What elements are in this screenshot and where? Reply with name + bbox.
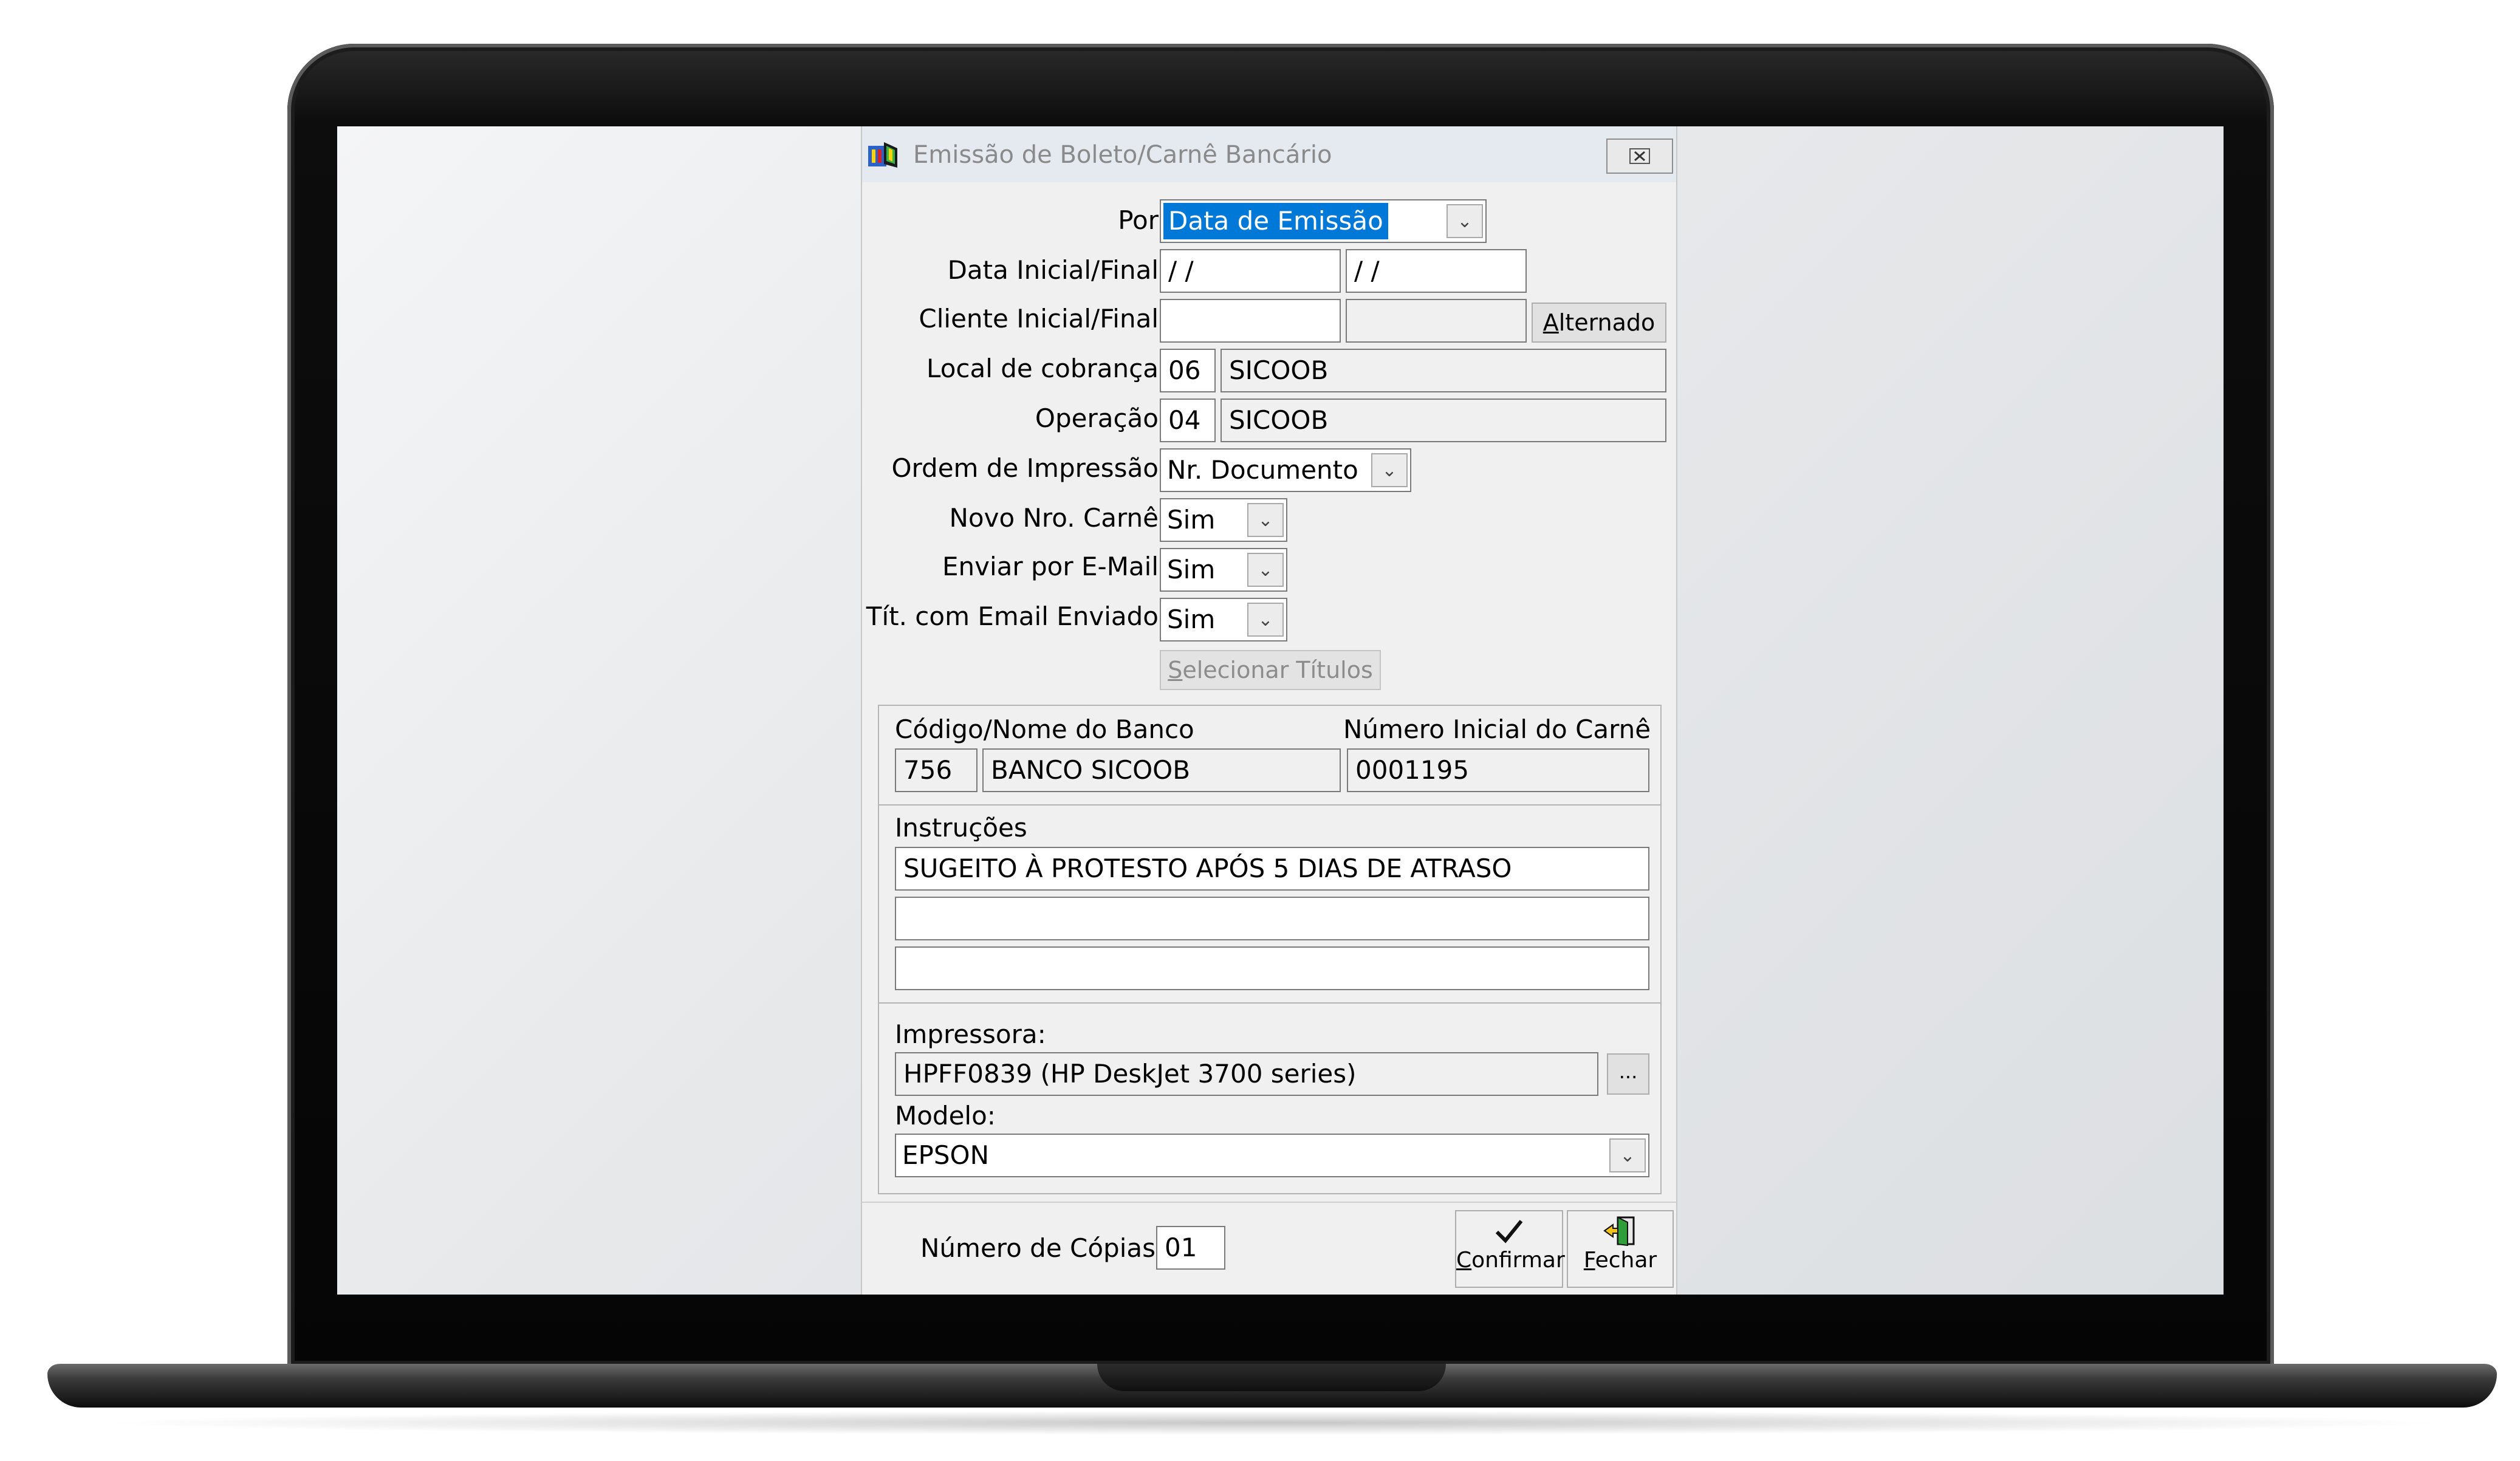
modelo-label: Modelo: [895, 1101, 996, 1131]
instrucao-line-1[interactable]: SUGEITO À PROTESTO APÓS 5 DIAS DE ATRASO [895, 847, 1649, 891]
por-value: Data de Emissão [1163, 203, 1388, 239]
copias-input[interactable]: 01 [1156, 1226, 1225, 1270]
cliente-inicial-input[interactable] [1160, 299, 1341, 343]
data-inicial-input[interactable]: / / [1160, 249, 1341, 293]
laptop-shadow [91, 1411, 2454, 1435]
enviar-email-select[interactable]: Sim ⌄ [1160, 548, 1287, 592]
local-name-field: SICOOB [1221, 349, 1666, 392]
ordem-select[interactable]: Nr. Documento ⌄ [1160, 448, 1411, 492]
por-select[interactable]: Data de Emissão ⌄ [1160, 199, 1487, 243]
modelo-select[interactable]: EPSON ⌄ [895, 1134, 1649, 1177]
cliente-label: Cliente Inicial/Final [919, 304, 1159, 334]
selecionar-titulos-button[interactable]: Selecionar Títulos [1160, 650, 1381, 690]
operacao-label: Operação [1035, 403, 1159, 433]
confirmar-button[interactable]: Confirmar [1455, 1210, 1565, 1288]
window-title: Emissão de Boleto/Carnê Bancário [913, 141, 1332, 169]
boleto-dialog: Emissão de Boleto/Carnê Bancário Por Dat… [861, 126, 1677, 1295]
tit-email-label: Tít. com Email Enviado [866, 601, 1159, 631]
chevron-down-icon[interactable]: ⌄ [1609, 1138, 1646, 1172]
local-code-input[interactable]: 06 [1160, 349, 1216, 392]
banco-name-field: BANCO SICOOB [982, 748, 1341, 792]
data-final-input[interactable]: / / [1346, 249, 1527, 293]
checkmark-icon [1495, 1220, 1523, 1244]
chevron-down-icon[interactable]: ⌄ [1247, 603, 1284, 637]
instrucao-line-3[interactable] [895, 946, 1649, 990]
fechar-button[interactable]: Fechar [1567, 1210, 1674, 1288]
impressora-field: HPFF0839 (HP DeskJet 3700 series) [895, 1052, 1598, 1096]
laptop-screen: Emissão de Boleto/Carnê Bancário Por Dat… [337, 126, 2224, 1295]
fechar-accel: F [1583, 1248, 1595, 1273]
novo-carne-value: Sim [1167, 505, 1216, 535]
enviar-email-value: Sim [1167, 555, 1216, 584]
tit-email-value: Sim [1167, 604, 1216, 634]
app-icon [868, 142, 897, 168]
enviar-email-label: Enviar por E-Mail [942, 552, 1159, 581]
footer-divider [862, 1202, 1676, 1203]
novo-carne-label: Novo Nro. Carnê [949, 503, 1159, 533]
chevron-down-icon[interactable]: ⌄ [1247, 553, 1284, 587]
alternado-button[interactable]: Alternado [1532, 303, 1666, 343]
data-label: Data Inicial/Final [947, 255, 1159, 285]
impressora-label: Impressora: [895, 1019, 1046, 1049]
chevron-down-icon[interactable]: ⌄ [1247, 503, 1284, 537]
ordem-label: Ordem de Impressão [891, 453, 1159, 483]
alternado-label: lternado [1558, 309, 1655, 336]
ordem-value: Nr. Documento [1167, 455, 1358, 485]
operacao-code-input[interactable]: 04 [1160, 399, 1216, 442]
operacao-name-field: SICOOB [1221, 399, 1666, 442]
close-button[interactable] [1606, 139, 1673, 174]
divider [879, 804, 1660, 806]
instrucoes-label: Instruções [895, 813, 1027, 843]
modelo-value: EPSON [902, 1140, 990, 1170]
confirmar-label: onfirmar [1471, 1248, 1565, 1273]
tit-email-select[interactable]: Sim ⌄ [1160, 598, 1287, 642]
banco-code-field: 756 [895, 748, 978, 792]
title-bar: Emissão de Boleto/Carnê Bancário [862, 126, 1676, 182]
local-label: Local de cobrança [926, 354, 1159, 383]
por-label: Por [1118, 205, 1159, 235]
carne-number-field: 0001195 [1347, 748, 1649, 792]
selecionar-accel: S [1168, 657, 1183, 683]
laptop-notch [1097, 1364, 1446, 1391]
divider [879, 1002, 1660, 1004]
banco-label: Código/Nome do Banco [895, 714, 1194, 744]
cliente-final-input[interactable] [1346, 299, 1527, 343]
carne-label: Número Inicial do Carnê [1343, 714, 1651, 744]
close-icon [1629, 148, 1650, 164]
chevron-down-icon[interactable]: ⌄ [1447, 204, 1483, 238]
exit-door-icon [1603, 1216, 1635, 1247]
confirmar-accel: C [1456, 1248, 1472, 1273]
selecionar-label: elecionar Títulos [1182, 657, 1373, 683]
browse-printer-button[interactable]: ... [1607, 1053, 1649, 1095]
chevron-down-icon[interactable]: ⌄ [1371, 453, 1408, 487]
novo-carne-select[interactable]: Sim ⌄ [1160, 498, 1287, 542]
alternado-accel: A [1542, 309, 1559, 336]
instrucao-line-2[interactable] [895, 897, 1649, 940]
copias-label: Número de Cópias: [920, 1233, 1165, 1263]
fechar-label: echar [1595, 1248, 1657, 1273]
